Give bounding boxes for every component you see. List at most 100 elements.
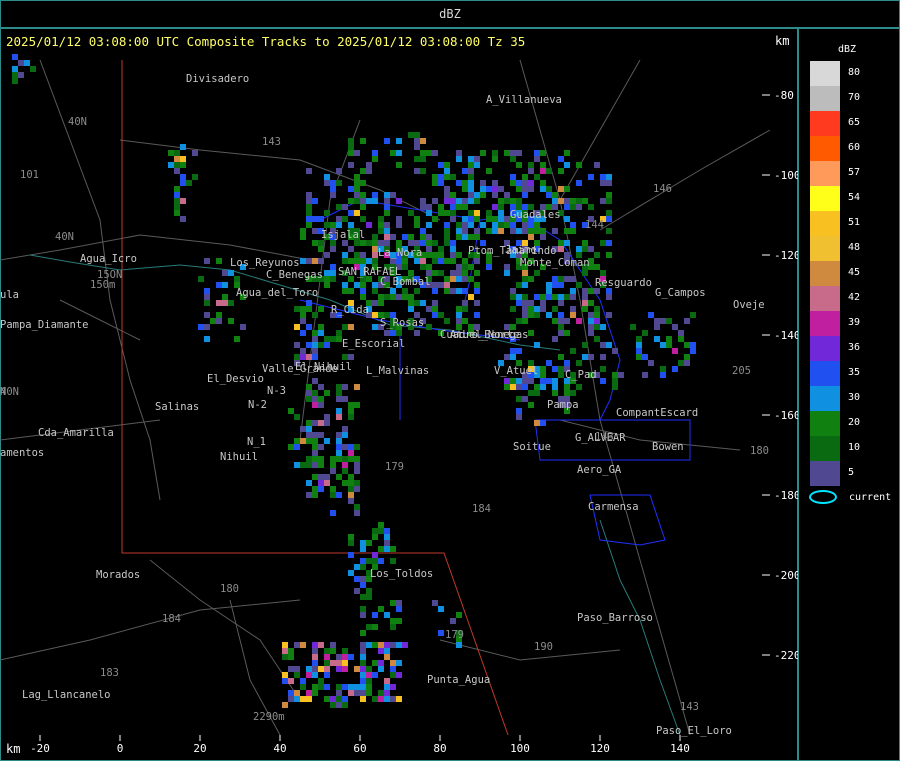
echo-cell [318,462,324,468]
echo-cell [312,312,318,318]
echo-cell [558,330,564,336]
echo-cell [552,306,558,312]
echo-cell [438,252,444,258]
x-tick-label: 20 [193,742,206,755]
echo-cell [294,354,300,360]
echo-cell [468,192,474,198]
legend-swatch [810,61,840,86]
place-label: N-3 [267,385,286,397]
echo-cell [456,198,462,204]
echo-cell [366,690,372,696]
echo-cell [222,294,228,300]
echo-cell [342,282,348,288]
echo-cell [666,336,672,342]
echo-cell [540,420,546,426]
echo-cell [522,378,528,384]
echo-cell [372,282,378,288]
echo-cell [492,228,498,234]
radar-map[interactable]: -80-100-120-140-160-180-200-220 -20 0 20 40… [0,0,798,761]
echo-cell [378,666,384,672]
echo-cell [528,228,534,234]
echo-cell [348,288,354,294]
road-label: 143 [262,136,281,148]
echo-cell [444,318,450,324]
echo-cell [312,474,318,480]
echo-cell [372,198,378,204]
echo-cell [564,384,570,390]
road-label: 40N [55,231,74,243]
echo-cell [354,588,360,594]
echo-cell [342,654,348,660]
echo-cell [516,186,522,192]
echo-cell [294,438,300,444]
echo-cell [294,342,300,348]
echo-cell [360,612,366,618]
echo-cell [354,666,360,672]
echo-cell [360,696,366,702]
x-tick-label: 60 [353,742,366,755]
place-label: Divisadero [186,73,249,85]
echo-cell [348,690,354,696]
echo-cell [300,696,306,702]
echo-cell [180,180,186,186]
echo-cell [390,696,396,702]
echo-cell [570,390,576,396]
echo-cell [510,354,516,360]
echo-cell [390,192,396,198]
echo-cell [456,312,462,318]
echo-cell [462,234,468,240]
echo-cell [660,342,666,348]
echo-cell [576,204,582,210]
place-label: Resguardo [595,277,652,289]
echo-cell [324,336,330,342]
geography-lines [0,59,771,736]
echo-cell [372,612,378,618]
echo-cell [582,246,588,252]
legend-swatch [810,236,840,261]
echo-cell [336,438,342,444]
echo-cell [336,456,342,462]
echo-cell [474,300,480,306]
echo-cell [354,684,360,690]
echo-cell [330,180,336,186]
echo-cell [384,648,390,654]
echo-cell [564,390,570,396]
echo-cell [444,222,450,228]
echo-cell [456,306,462,312]
echo-cell [204,300,210,306]
echo-cell [366,588,372,594]
echo-cell [216,282,222,288]
echo-cell [606,210,612,216]
echo-cell [354,252,360,258]
echo-cell [516,396,522,402]
echo-cell [354,468,360,474]
echo-cell [378,660,384,666]
echo-cell [324,222,330,228]
echo-cell [444,276,450,282]
echo-cell [306,690,312,696]
echo-cell [378,300,384,306]
echo-cell [324,414,330,420]
echo-cell [420,138,426,144]
echo-cell [312,438,318,444]
echo-cell [318,474,324,480]
echo-cell [528,186,534,192]
echo-cell [366,642,372,648]
echo-cell [558,240,564,246]
km-unit-bottom: km [6,742,21,756]
echo-cell [342,252,348,258]
echo-cell [360,606,366,612]
echo-cell [444,210,450,216]
x-tick-label: -20 [30,742,50,755]
echo-cell [456,156,462,162]
echo-cell [318,384,324,390]
echo-cell [540,372,546,378]
y-tick-label: -220 [774,649,798,662]
echo-cell [510,150,516,156]
place-label: Agua_del_Toro [236,287,318,299]
echo-cell [522,270,528,276]
echo-cell [312,660,318,666]
echo-cell [300,642,306,648]
echo-cell [348,354,354,360]
echo-cell [546,312,552,318]
